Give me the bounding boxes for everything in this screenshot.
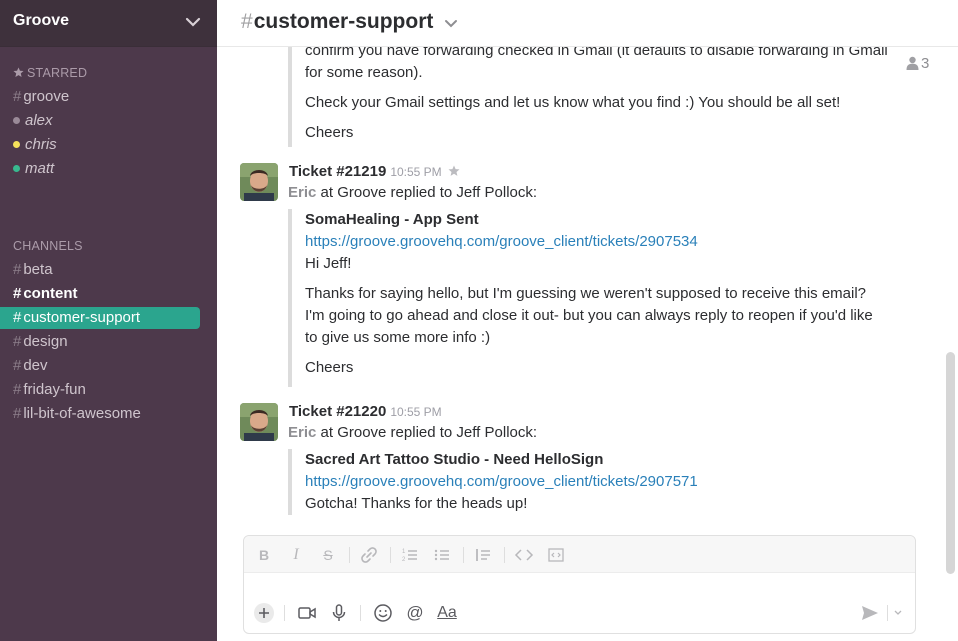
toolbar-divider bbox=[504, 547, 505, 563]
quote-title: Sacred Art Tattoo Studio - Need HelloSig… bbox=[305, 451, 604, 468]
quote-text: Check your Gmail settings and let us kno… bbox=[305, 94, 841, 111]
toolbar-divider bbox=[887, 605, 888, 621]
starred-section-label: STARRED bbox=[13, 66, 87, 80]
bold-icon[interactable]: B bbox=[254, 545, 274, 565]
star-icon bbox=[13, 67, 24, 77]
plus-icon[interactable] bbox=[253, 602, 275, 624]
message-quote: SomaHealing - App Sent https://groove.gr… bbox=[288, 209, 888, 387]
toolbar-divider bbox=[360, 605, 361, 621]
video-icon[interactable] bbox=[296, 602, 318, 624]
formatting-toolbar: B I S 12 bbox=[244, 536, 915, 573]
message-subtitle: Eric at Groove replied to Jeff Pollock: bbox=[288, 424, 538, 441]
code-icon[interactable] bbox=[514, 545, 534, 565]
sidebar-item-beta[interactable]: # beta bbox=[0, 259, 200, 281]
ticket-link[interactable]: https://groove.groovehq.com/groove_clien… bbox=[305, 231, 888, 253]
sidebar-item-lil-bit-of-awesome[interactable]: # lil-bit-of-awesome bbox=[0, 403, 200, 425]
bullet-list-icon[interactable] bbox=[432, 545, 452, 565]
send-icon[interactable] bbox=[859, 602, 881, 624]
sidebar-item-groove[interactable]: # groove bbox=[0, 86, 200, 108]
message-list: confirm you have forwarding checked in G… bbox=[217, 47, 945, 527]
sidebar-item-content[interactable]: # content bbox=[0, 283, 200, 305]
quote-text: Cheers bbox=[305, 124, 354, 141]
hash-icon: # bbox=[13, 309, 22, 326]
chevron-down-icon[interactable] bbox=[185, 14, 201, 30]
chevron-down-icon[interactable] bbox=[444, 18, 458, 30]
message-timestamp[interactable]: 10:55 PM bbox=[390, 165, 441, 179]
code-block-icon[interactable] bbox=[546, 545, 566, 565]
star-icon[interactable] bbox=[448, 165, 460, 177]
link-icon[interactable] bbox=[359, 545, 379, 565]
message-quote: confirm you have forwarding checked in G… bbox=[288, 47, 888, 147]
chevron-down-icon[interactable] bbox=[893, 608, 903, 618]
scrollbar-thumb[interactable] bbox=[946, 352, 955, 574]
sidebar: Groove STARRED # groove alex chris matt C… bbox=[0, 0, 217, 641]
hash-icon: # bbox=[13, 285, 22, 302]
hash-icon: # bbox=[13, 381, 22, 398]
sidebar-item-friday-fun[interactable]: # friday-fun bbox=[0, 379, 200, 401]
quote-title: SomaHealing - App Sent bbox=[305, 211, 479, 228]
toolbar-divider bbox=[390, 547, 391, 563]
sidebar-item-customer-support[interactable]: # customer-support bbox=[0, 307, 200, 329]
quote-text: Hi Jeff! bbox=[305, 255, 352, 272]
channel-header: #customer-support bbox=[217, 0, 958, 47]
toolbar-divider bbox=[463, 547, 464, 563]
microphone-icon[interactable] bbox=[328, 602, 350, 624]
message-quote: Sacred Art Tattoo Studio - Need HelloSig… bbox=[288, 449, 888, 515]
ticket-link[interactable]: https://groove.groovehq.com/groove_clien… bbox=[305, 471, 888, 493]
mention-icon[interactable]: @ bbox=[404, 602, 426, 624]
italic-icon[interactable]: I bbox=[286, 545, 306, 565]
svg-text:1: 1 bbox=[402, 549, 406, 555]
message-timestamp[interactable]: 10:55 PM bbox=[390, 405, 441, 419]
sidebar-item-design[interactable]: # design bbox=[0, 331, 200, 353]
message-author[interactable]: Ticket #21220 bbox=[289, 403, 386, 420]
presence-icon bbox=[13, 165, 20, 172]
workspace-header[interactable]: Groove bbox=[0, 0, 217, 47]
sidebar-dm-chris[interactable]: chris bbox=[0, 134, 200, 156]
hash-icon: # bbox=[13, 333, 22, 350]
emoji-icon[interactable] bbox=[372, 602, 394, 624]
presence-icon bbox=[13, 141, 20, 148]
blockquote-icon[interactable] bbox=[473, 545, 493, 565]
workspace-name: Groove bbox=[13, 12, 70, 29]
quote-text: Thanks for saying hello, but I'm guessin… bbox=[305, 285, 873, 346]
hash-icon: # bbox=[13, 261, 22, 278]
svg-text:2: 2 bbox=[402, 557, 406, 563]
avatar[interactable] bbox=[240, 403, 278, 441]
quote-text: Cheers bbox=[305, 359, 354, 376]
sidebar-dm-matt[interactable]: matt bbox=[0, 158, 200, 180]
message-header: Ticket #21220 10:55 PM bbox=[289, 403, 442, 420]
hash-icon: # bbox=[13, 405, 22, 422]
sidebar-item-dev[interactable]: # dev bbox=[0, 355, 200, 377]
toolbar-divider bbox=[349, 547, 350, 563]
avatar[interactable] bbox=[240, 163, 278, 201]
message-header: Ticket #21219 10:55 PM bbox=[289, 163, 460, 180]
presence-icon bbox=[13, 117, 20, 124]
sidebar-dm-alex[interactable]: alex bbox=[0, 110, 200, 132]
hash-icon: # bbox=[13, 357, 22, 374]
toolbar-divider bbox=[284, 605, 285, 621]
hash-icon: # bbox=[13, 88, 22, 105]
quote-text: confirm you have forwarding checked in G… bbox=[305, 47, 888, 81]
quote-text: Gotcha! Thanks for the heads up! bbox=[305, 495, 528, 512]
channels-section-label[interactable]: CHANNELS bbox=[13, 239, 83, 253]
message-author[interactable]: Ticket #21219 bbox=[289, 163, 386, 180]
ordered-list-icon[interactable]: 12 bbox=[400, 545, 420, 565]
formatting-icon[interactable]: Aa bbox=[436, 602, 458, 624]
strikethrough-icon[interactable]: S bbox=[318, 545, 338, 565]
message-composer[interactable]: B I S 12 @ Aa bbox=[243, 535, 916, 634]
message-subtitle: Eric at Groove replied to Jeff Pollock: bbox=[288, 184, 538, 201]
channel-title[interactable]: #customer-support bbox=[241, 10, 433, 34]
